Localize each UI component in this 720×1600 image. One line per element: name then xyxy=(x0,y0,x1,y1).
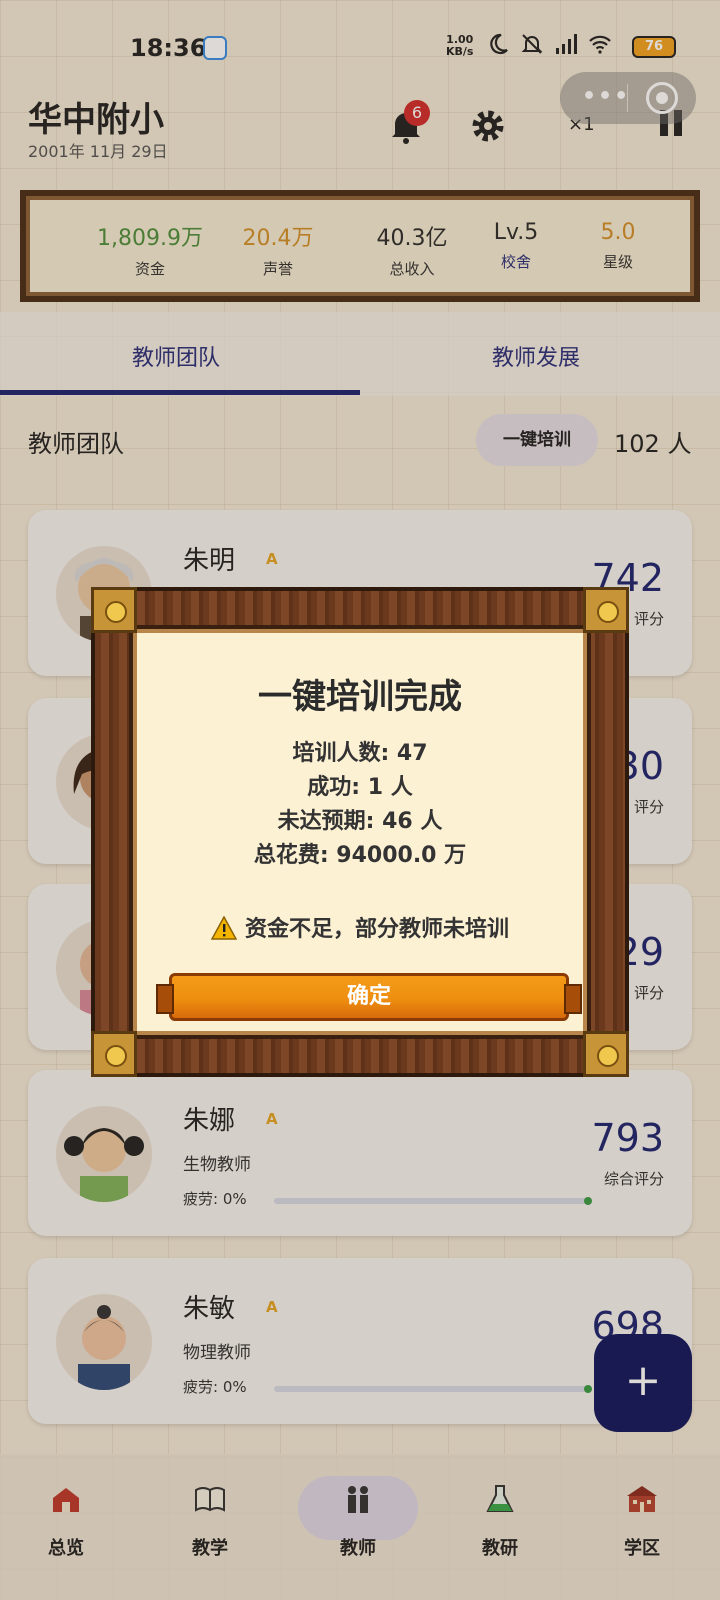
training-result-dialog: 一键培训完成 培训人数: 47 成功: 1 人 未达预期: 46 人 总花费: … xyxy=(91,587,629,1077)
trained-count: 培训人数: 47 xyxy=(292,741,428,766)
warning-message: 资金不足，部分教师未培训 xyxy=(133,911,587,943)
confirm-button[interactable]: 确定 xyxy=(156,973,582,1021)
warning-icon xyxy=(210,916,237,940)
warning-text: 资金不足，部分教师未培训 xyxy=(244,917,509,942)
total-cost: 总花费: 94000.0 万 xyxy=(253,843,467,868)
dialog-content: 一键培训完成 培训人数: 47 成功: 1 人 未达预期: 46 人 总花费: … xyxy=(129,625,591,1039)
corner-ornament xyxy=(91,1031,137,1077)
below-expectation-count: 未达预期: 46 人 xyxy=(277,809,443,834)
corner-ornament xyxy=(91,587,137,633)
success-count: 成功: 1 人 xyxy=(307,775,413,800)
corner-ornament xyxy=(583,1031,629,1077)
corner-ornament xyxy=(583,587,629,633)
dialog-title: 一键培训完成 xyxy=(258,677,462,717)
